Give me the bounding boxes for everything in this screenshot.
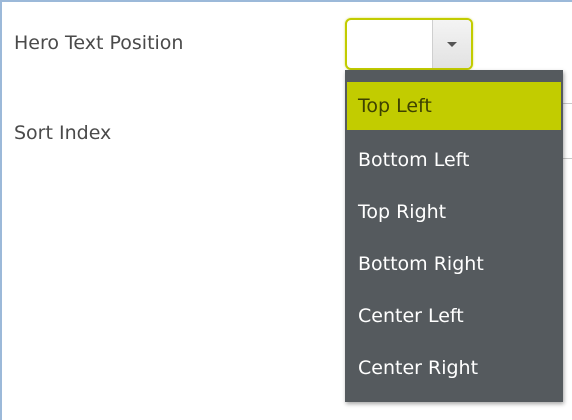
option-bottom-left[interactable]: Bottom Left xyxy=(345,134,563,186)
hero-text-position-select[interactable] xyxy=(345,18,473,70)
option-center-left[interactable]: Center Left xyxy=(345,290,563,342)
chevron-down-icon xyxy=(447,42,457,47)
select-current-value xyxy=(347,20,431,68)
option-center-right[interactable]: Center Right xyxy=(345,342,563,394)
option-top-right[interactable]: Top Right xyxy=(345,186,563,238)
hero-text-position-label: Hero Text Position xyxy=(14,32,184,54)
form-panel: Hero Text Position Sort Index Top Left B… xyxy=(0,0,572,420)
hero-text-position-dropdown: Top Left Bottom Left Top Right Bottom Ri… xyxy=(345,70,563,402)
sort-index-label: Sort Index xyxy=(14,122,112,144)
option-bottom-right[interactable]: Bottom Right xyxy=(345,238,563,290)
select-toggle-button[interactable] xyxy=(432,20,471,68)
option-top-left[interactable]: Top Left xyxy=(347,82,561,130)
